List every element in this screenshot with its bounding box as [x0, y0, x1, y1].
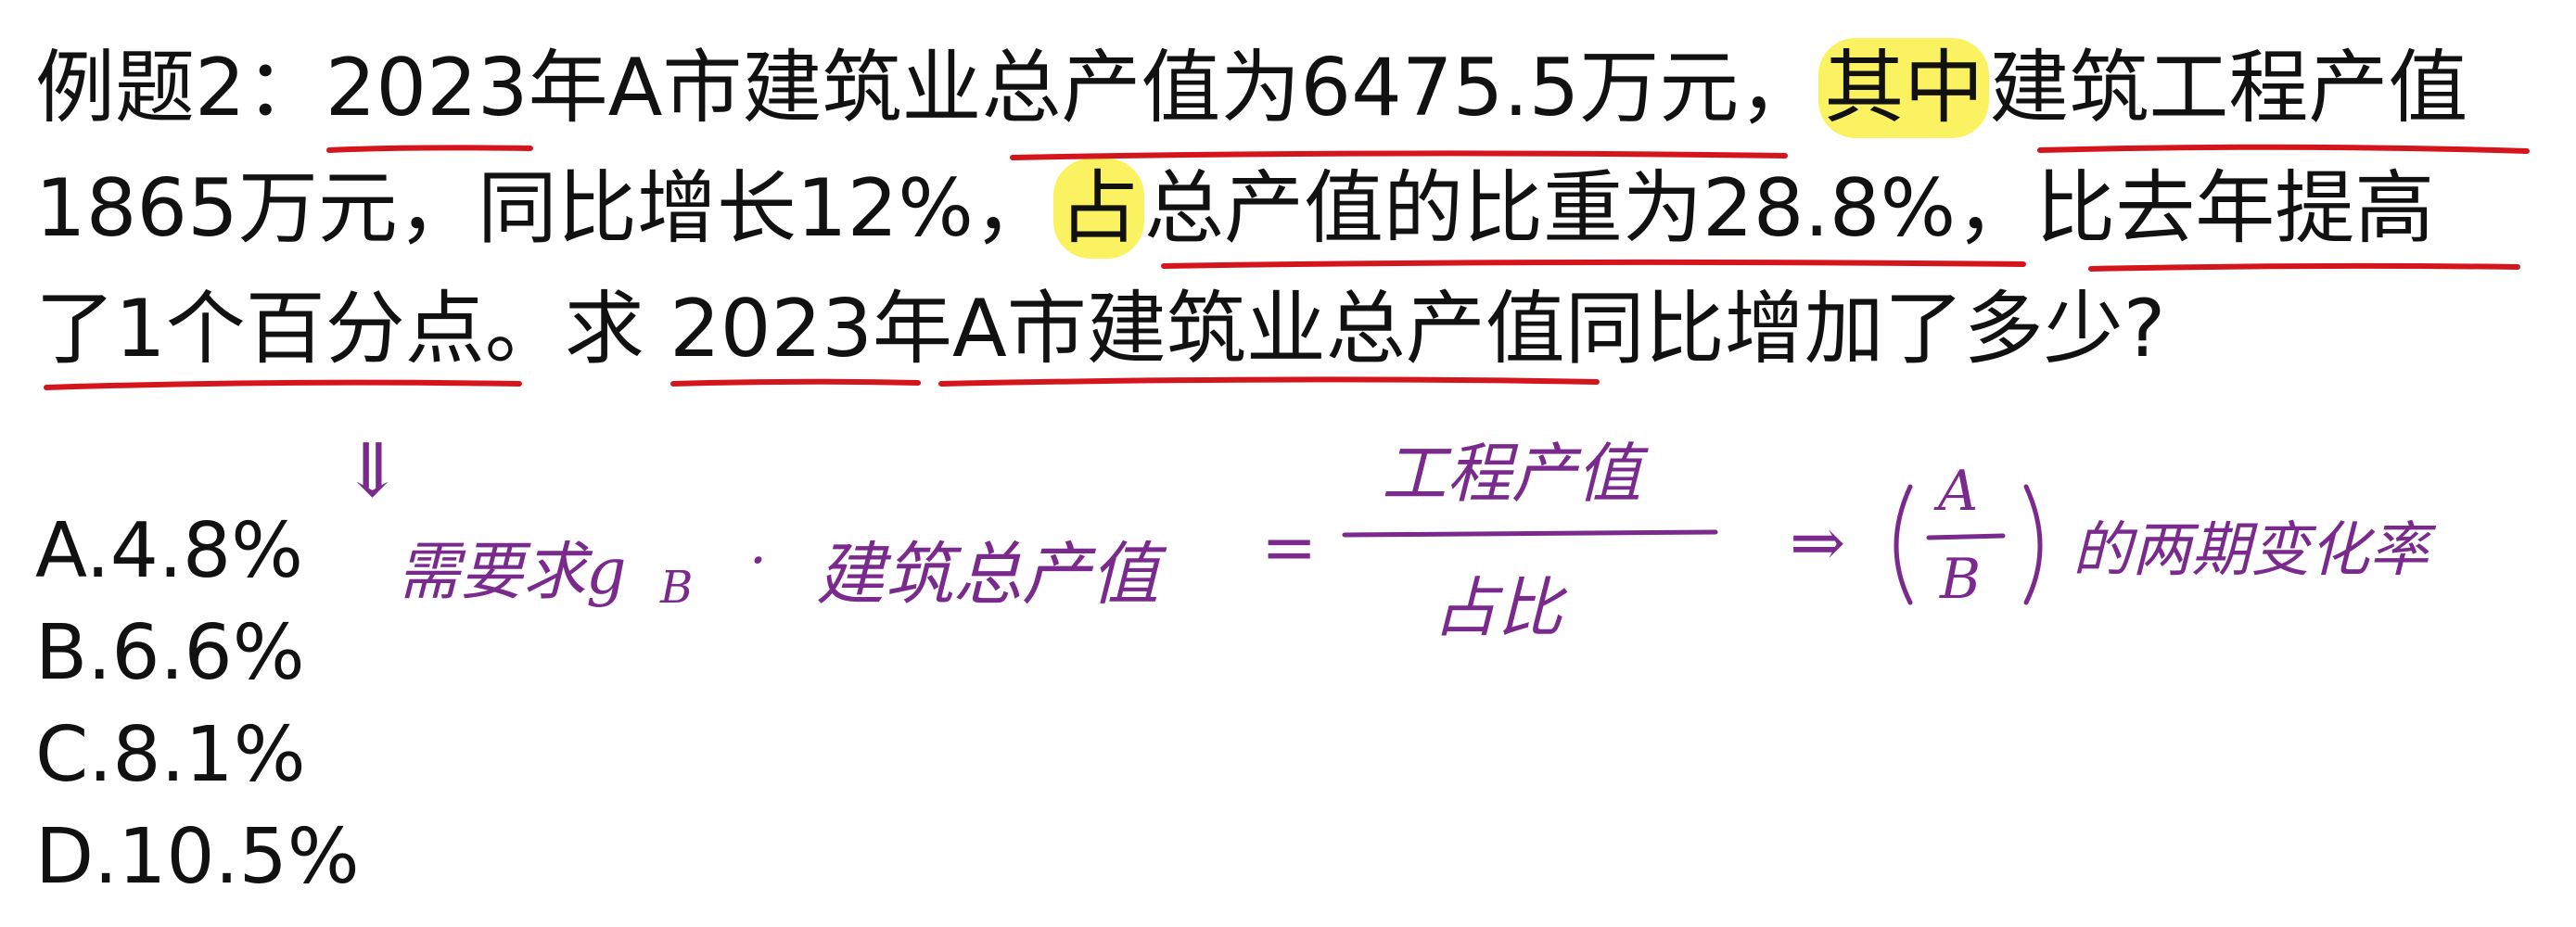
share-segment: 总产值的比重为28.8% — [1144, 162, 1957, 255]
year-segment-2: 2023年 — [670, 283, 952, 375]
question-line-2: 1865万元，同比增长12%，占总产值的比重为28.8%，比去年提高 — [35, 148, 2539, 269]
total-output-segment-2: A市建筑业总产值 — [951, 283, 1565, 375]
increase-segment: 比去年提高 — [2035, 162, 2435, 255]
fraction-a-note: A — [1933, 459, 1978, 524]
question-line-1: 例题2：2023年A市建筑业总产值为6475.5万元，其中建筑工程产值 — [35, 28, 2539, 148]
numerator-note: 工程产值 — [1382, 436, 1649, 512]
ask-segment: 。求 — [484, 283, 670, 375]
question-text: 例题2：2023年A市建筑业总产值为6475.5万元，其中建筑工程产值 1865… — [35, 28, 2539, 389]
option-d[interactable]: D.10.5% — [35, 806, 360, 908]
equals-note: = — [1261, 508, 1317, 586]
fraction-b-note: B — [1939, 547, 1981, 612]
implies-note: ⇒ — [1790, 503, 1845, 581]
right-paren — [2023, 484, 2043, 605]
document-page: 例题2：2023年A市建筑业总产值为6475.5万元，其中建筑工程产值 1865… — [0, 0, 2576, 927]
answer-options: A.4.8% B.6.6% C.8.1% D.10.5% — [35, 501, 360, 908]
comma-segment-2: ， — [1956, 162, 2036, 255]
rate-of-change-note: 的两期变化率 — [2072, 516, 2437, 585]
highlight-zhan: 占 — [1053, 159, 1145, 259]
left-paren — [1894, 484, 1913, 605]
question-tail-segment: 同比增加了多少? — [1564, 283, 2166, 375]
question-line-3: 了1个百分点。求 2023年A市建筑业总产值同比增加了多少? — [35, 269, 2539, 389]
fraction-bar — [1342, 529, 1718, 538]
dot-note: · — [749, 528, 767, 593]
comma-segment: ， — [1739, 42, 1819, 134]
option-c[interactable]: C.8.1% — [35, 705, 360, 806]
highlight-qizhong: 其中 — [1818, 38, 1990, 138]
percentage-point-segment: 了1个百分点 — [35, 283, 485, 375]
handwritten-notes: ⇓ 需要求g B · 建筑总产值 = 工程产值 占比 ⇒ A B 的两期变化率 — [341, 427, 2437, 646]
total-output-segment: 总产值为6475.5万元 — [981, 42, 1740, 134]
city-segment: A市建筑业 — [607, 42, 982, 134]
year-segment: 2023年 — [325, 42, 608, 134]
engineering-output-segment: 建筑工程产值 — [1989, 42, 2468, 134]
growth-segment: 1865万元，同比增长12%， — [35, 162, 1054, 255]
need-to-find-note: 需要求g — [397, 536, 627, 609]
total-output-note: 建筑总产值 — [816, 535, 1167, 615]
denominator-note: 占比 — [1433, 570, 1568, 646]
question-prefix: 例题2： — [35, 42, 325, 134]
option-b[interactable]: B.6.6% — [35, 603, 360, 705]
option-a[interactable]: A.4.8% — [35, 501, 360, 603]
need-subscript-note: B — [659, 562, 693, 614]
small-fraction-bar — [1926, 533, 2006, 540]
